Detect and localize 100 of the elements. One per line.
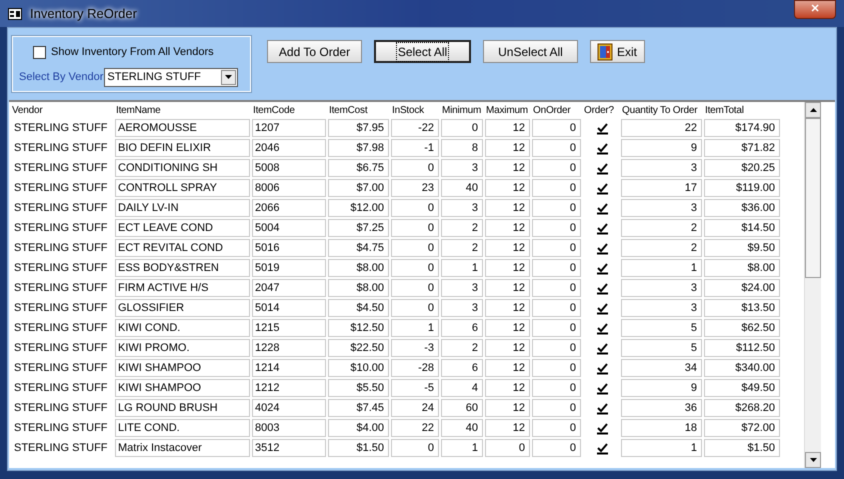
minimum-cell[interactable]: 60 bbox=[441, 399, 483, 417]
item-cost-cell[interactable]: $1.50 bbox=[328, 439, 389, 457]
item-name-cell[interactable]: ECT REVITAL COND bbox=[115, 239, 250, 257]
item-name-cell[interactable]: LG ROUND BRUSH bbox=[115, 399, 250, 417]
item-total-cell[interactable]: $20.25 bbox=[704, 159, 780, 177]
in-stock-cell[interactable]: 0 bbox=[391, 199, 439, 217]
quantity-cell[interactable]: 9 bbox=[621, 139, 702, 157]
quantity-cell[interactable]: 3 bbox=[621, 159, 702, 177]
item-code-cell[interactable]: 4024 bbox=[252, 399, 326, 417]
order-checkbox[interactable] bbox=[596, 382, 608, 394]
minimum-cell[interactable]: 6 bbox=[441, 319, 483, 337]
order-checkbox[interactable] bbox=[596, 122, 608, 134]
item-code-cell[interactable]: 2047 bbox=[252, 279, 326, 297]
item-name-cell[interactable]: CONDITIONING SH bbox=[115, 159, 250, 177]
dropdown-icon[interactable] bbox=[221, 70, 236, 84]
scroll-thumb[interactable] bbox=[805, 118, 821, 278]
item-cost-cell[interactable]: $12.50 bbox=[328, 319, 389, 337]
quantity-cell[interactable]: 2 bbox=[621, 239, 702, 257]
on-order-cell[interactable]: 0 bbox=[532, 359, 581, 377]
on-order-cell[interactable]: 0 bbox=[532, 379, 581, 397]
on-order-cell[interactable]: 0 bbox=[532, 399, 581, 417]
maximum-cell[interactable]: 12 bbox=[485, 319, 530, 337]
on-order-cell[interactable]: 0 bbox=[532, 239, 581, 257]
quantity-cell[interactable]: 1 bbox=[621, 259, 702, 277]
item-code-cell[interactable]: 5016 bbox=[252, 239, 326, 257]
item-name-cell[interactable]: ESS BODY&STREN bbox=[115, 259, 250, 277]
in-stock-cell[interactable]: 23 bbox=[391, 179, 439, 197]
item-total-cell[interactable]: $13.50 bbox=[704, 299, 780, 317]
order-checkbox[interactable] bbox=[596, 442, 608, 454]
maximum-cell[interactable]: 12 bbox=[485, 339, 530, 357]
quantity-cell[interactable]: 1 bbox=[621, 439, 702, 457]
minimum-cell[interactable]: 0 bbox=[441, 119, 483, 137]
order-checkbox[interactable] bbox=[596, 402, 608, 414]
maximum-cell[interactable]: 12 bbox=[485, 359, 530, 377]
on-order-cell[interactable]: 0 bbox=[532, 159, 581, 177]
item-code-cell[interactable]: 1212 bbox=[252, 379, 326, 397]
item-code-cell[interactable]: 1228 bbox=[252, 339, 326, 357]
item-name-cell[interactable]: KIWI SHAMPOO bbox=[115, 359, 250, 377]
item-code-cell[interactable]: 2066 bbox=[252, 199, 326, 217]
item-cost-cell[interactable]: $5.50 bbox=[328, 379, 389, 397]
item-code-cell[interactable]: 5004 bbox=[252, 219, 326, 237]
item-total-cell[interactable]: $340.00 bbox=[704, 359, 780, 377]
maximum-cell[interactable]: 12 bbox=[485, 399, 530, 417]
in-stock-cell[interactable]: -1 bbox=[391, 139, 439, 157]
in-stock-cell[interactable]: 0 bbox=[391, 159, 439, 177]
item-total-cell[interactable]: $36.00 bbox=[704, 199, 780, 217]
item-name-cell[interactable]: BIO DEFIN ELIXIR bbox=[115, 139, 250, 157]
minimum-cell[interactable]: 2 bbox=[441, 239, 483, 257]
on-order-cell[interactable]: 0 bbox=[532, 219, 581, 237]
item-name-cell[interactable]: DAILY LV-IN bbox=[115, 199, 250, 217]
item-code-cell[interactable]: 2046 bbox=[252, 139, 326, 157]
order-checkbox[interactable] bbox=[596, 422, 608, 434]
item-total-cell[interactable]: $9.50 bbox=[704, 239, 780, 257]
minimum-cell[interactable]: 4 bbox=[441, 379, 483, 397]
order-checkbox[interactable] bbox=[596, 242, 608, 254]
quantity-cell[interactable]: 17 bbox=[621, 179, 702, 197]
vendor-select[interactable]: STERLING STUFF bbox=[104, 68, 238, 86]
minimum-cell[interactable]: 3 bbox=[441, 299, 483, 317]
item-cost-cell[interactable]: $8.00 bbox=[328, 259, 389, 277]
item-cost-cell[interactable]: $6.75 bbox=[328, 159, 389, 177]
in-stock-cell[interactable]: 1 bbox=[391, 319, 439, 337]
item-code-cell[interactable]: 5014 bbox=[252, 299, 326, 317]
item-cost-cell[interactable]: $7.45 bbox=[328, 399, 389, 417]
minimum-cell[interactable]: 40 bbox=[441, 419, 483, 437]
minimum-cell[interactable]: 2 bbox=[441, 339, 483, 357]
item-total-cell[interactable]: $71.82 bbox=[704, 139, 780, 157]
quantity-cell[interactable]: 9 bbox=[621, 379, 702, 397]
vertical-scrollbar[interactable] bbox=[804, 102, 821, 468]
item-cost-cell[interactable]: $7.98 bbox=[328, 139, 389, 157]
item-total-cell[interactable]: $62.50 bbox=[704, 319, 780, 337]
in-stock-cell[interactable]: -22 bbox=[391, 119, 439, 137]
item-total-cell[interactable]: $268.20 bbox=[704, 399, 780, 417]
order-checkbox[interactable] bbox=[596, 362, 608, 374]
item-total-cell[interactable]: $112.50 bbox=[704, 339, 780, 357]
item-cost-cell[interactable]: $4.50 bbox=[328, 299, 389, 317]
quantity-cell[interactable]: 36 bbox=[621, 399, 702, 417]
maximum-cell[interactable]: 12 bbox=[485, 159, 530, 177]
minimum-cell[interactable]: 1 bbox=[441, 439, 483, 457]
maximum-cell[interactable]: 12 bbox=[485, 179, 530, 197]
item-name-cell[interactable]: GLOSSIFIER bbox=[115, 299, 250, 317]
item-name-cell[interactable]: Matrix Instacover bbox=[115, 439, 250, 457]
on-order-cell[interactable]: 0 bbox=[532, 339, 581, 357]
item-code-cell[interactable]: 3512 bbox=[252, 439, 326, 457]
quantity-cell[interactable]: 3 bbox=[621, 199, 702, 217]
item-code-cell[interactable]: 5019 bbox=[252, 259, 326, 277]
item-code-cell[interactable]: 8003 bbox=[252, 419, 326, 437]
minimum-cell[interactable]: 1 bbox=[441, 259, 483, 277]
in-stock-cell[interactable]: 0 bbox=[391, 259, 439, 277]
in-stock-cell[interactable]: -28 bbox=[391, 359, 439, 377]
quantity-cell[interactable]: 3 bbox=[621, 299, 702, 317]
in-stock-cell[interactable]: 0 bbox=[391, 299, 439, 317]
in-stock-cell[interactable]: 0 bbox=[391, 239, 439, 257]
in-stock-cell[interactable]: -5 bbox=[391, 379, 439, 397]
in-stock-cell[interactable]: -3 bbox=[391, 339, 439, 357]
order-checkbox[interactable] bbox=[596, 262, 608, 274]
minimum-cell[interactable]: 3 bbox=[441, 279, 483, 297]
order-checkbox[interactable] bbox=[596, 182, 608, 194]
item-name-cell[interactable]: AEROMOUSSE bbox=[115, 119, 250, 137]
minimum-cell[interactable]: 8 bbox=[441, 139, 483, 157]
quantity-cell[interactable]: 2 bbox=[621, 219, 702, 237]
